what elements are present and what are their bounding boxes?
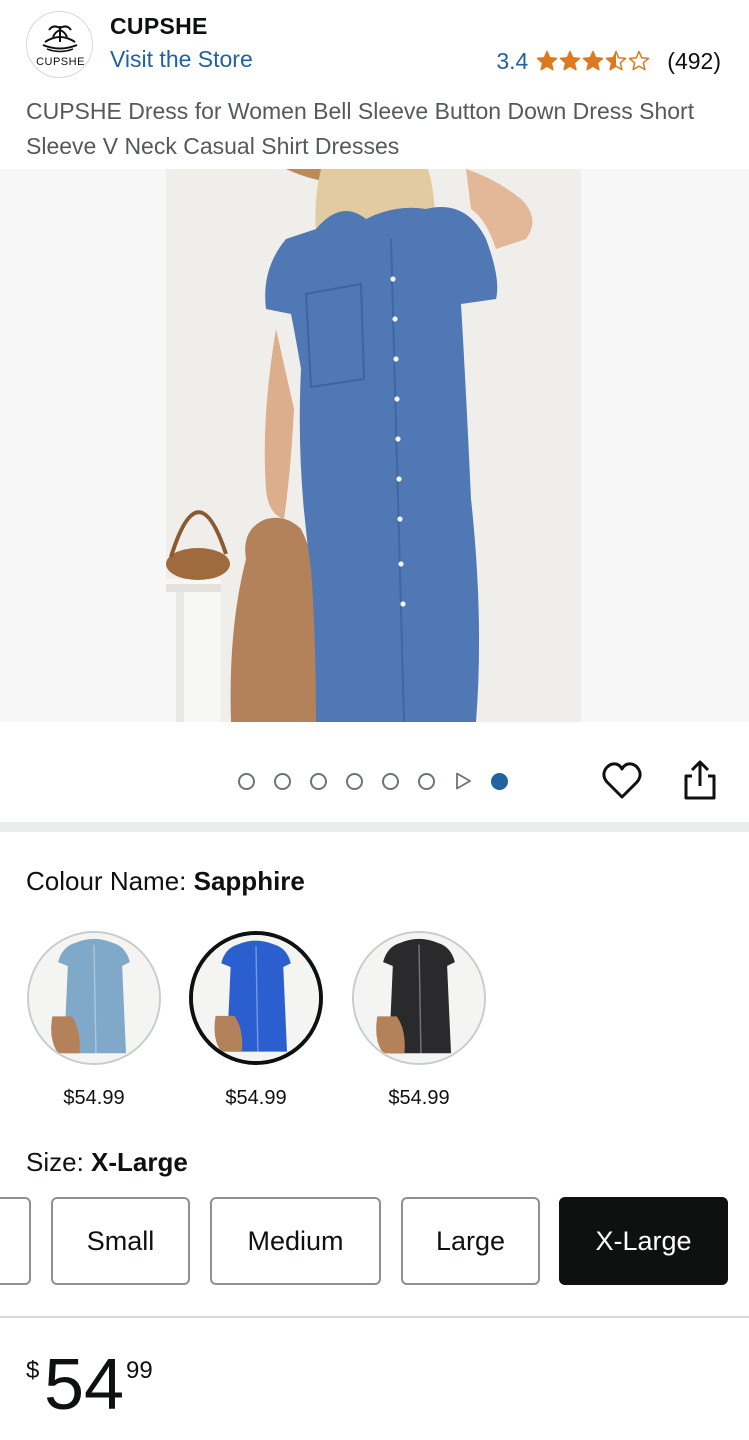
colour-swatch-price: $54.99 — [225, 1087, 287, 1109]
carousel-dot-active[interactable] — [491, 772, 508, 790]
carousel-dot[interactable] — [238, 772, 255, 790]
carousel-dots — [238, 772, 527, 790]
store-logo[interactable]: CUPSHE — [26, 11, 93, 78]
size-option-x-large[interactable]: X-Large — [559, 1197, 728, 1285]
star-full-icon — [583, 50, 604, 71]
brand-name[interactable]: CUPSHE — [110, 13, 208, 40]
rating-value: 3.4 — [496, 47, 529, 74]
price-whole: 54 — [44, 1345, 125, 1425]
size-option-large[interactable]: Large — [401, 1197, 540, 1285]
colour-selected-name: Sapphire — [193, 866, 305, 896]
carousel-dot[interactable] — [382, 772, 399, 790]
store-header: CUPSHE CUPSHE Visit the Store 3.4 (492) — [0, 0, 749, 90]
colour-swatch-black[interactable] — [352, 931, 486, 1065]
rating-count[interactable]: (492) — [667, 48, 721, 75]
visit-store-link[interactable]: Visit the Store — [110, 46, 253, 73]
carousel-controls — [0, 722, 749, 822]
colour-swatch-price: $54.99 — [388, 1087, 450, 1109]
carousel-dot[interactable] — [274, 772, 291, 790]
price-symbol: $ — [26, 1357, 40, 1384]
size-label: Size: X-Large — [26, 1147, 188, 1178]
product-image[interactable] — [166, 169, 581, 722]
colour-swatch-price: $54.99 — [63, 1087, 125, 1109]
star-full-icon — [560, 50, 581, 71]
size-label-prefix: Size: — [26, 1147, 92, 1177]
wishlist-heart-icon[interactable] — [601, 760, 643, 802]
size-option-medium[interactable]: Medium — [210, 1197, 381, 1285]
colour-label: Colour Name: Sapphire — [26, 866, 305, 897]
price-divider — [0, 1316, 749, 1318]
carousel-dot[interactable] — [310, 772, 327, 790]
product-image-carousel[interactable] — [0, 169, 749, 722]
star-rating — [536, 50, 651, 72]
carousel-dot[interactable] — [418, 772, 435, 790]
carousel-dot[interactable] — [346, 772, 363, 790]
size-option-small[interactable]: Small — [51, 1197, 190, 1285]
rating-summary[interactable]: 3.4 (492) — [496, 46, 721, 76]
product-title: CUPSHE Dress for Women Bell Sleeve Butto… — [26, 98, 695, 159]
price-fraction: 99 — [126, 1357, 153, 1384]
star-half-icon — [606, 50, 627, 71]
star-full-icon — [537, 50, 558, 71]
carousel-video-icon[interactable] — [454, 772, 472, 790]
section-divider — [0, 822, 749, 832]
size-selected-name: X-Large — [91, 1147, 188, 1177]
colour-swatch-light-blue[interactable] — [27, 931, 161, 1065]
star-empty-icon — [629, 50, 650, 71]
share-icon[interactable] — [680, 758, 720, 802]
svg-text:CUPSHE: CUPSHE — [36, 56, 85, 68]
colour-swatch-sapphire[interactable] — [189, 931, 323, 1065]
colour-label-prefix: Colour Name: — [26, 866, 194, 896]
size-option-partial[interactable] — [0, 1197, 31, 1285]
